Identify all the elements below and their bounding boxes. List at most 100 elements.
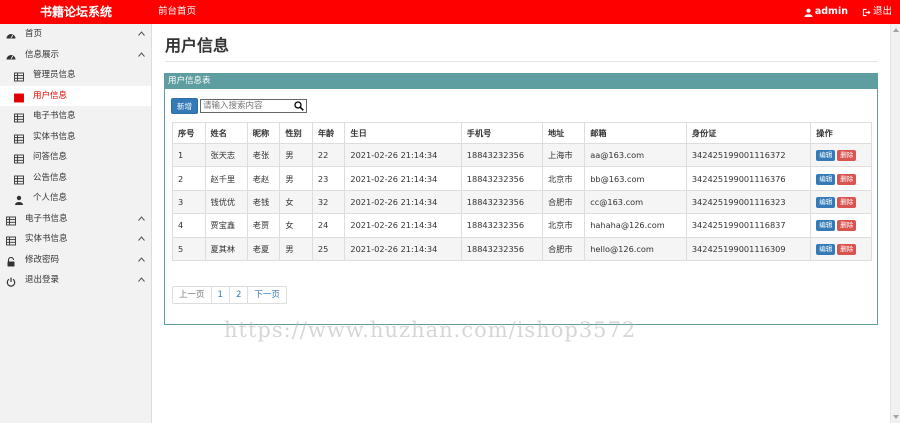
table-cell: 钱优优 (204, 189, 248, 215)
table-icon (14, 173, 24, 184)
sidebar-item[interactable]: 管理员信息 (0, 65, 151, 86)
row-actions: 编辑 删除 (810, 189, 872, 215)
page-1-button[interactable]: 1 (210, 287, 229, 303)
page-scrollbar[interactable] (890, 24, 900, 423)
sidebar-item-label: 管理员信息 (33, 70, 76, 80)
table-cell: 老张 (246, 142, 281, 168)
sidebar-item[interactable]: 个人信息 (0, 188, 151, 209)
sidebar-item-label: 实体书信息 (33, 131, 76, 142)
table-cell: 北京市 (541, 166, 586, 191)
table-cell: 1 (172, 142, 206, 168)
logout-label: 退出 (872, 6, 892, 17)
table-cell: 2 (172, 166, 206, 191)
table-cell: aa@163.com (584, 142, 687, 168)
edit-button[interactable]: 编辑 (816, 196, 836, 208)
column-header: 地址 (541, 122, 586, 144)
dashboard-icon (6, 50, 16, 60)
scroll-up-arrow-icon[interactable] (893, 27, 899, 33)
column-header: 操作 (810, 122, 872, 144)
table-header-row: 序号 姓名 昵称 性别 年龄 生日 手机号 地址 邮箱 身份证 操作 (172, 122, 872, 144)
logout-icon (862, 8, 871, 16)
table-cell: 2021-02-26 21:14:34 (344, 189, 462, 215)
sidebar-item[interactable]: 公告信息 (0, 168, 151, 189)
sidebar-item[interactable]: 信息展示 (0, 45, 151, 66)
user-icon (804, 8, 813, 17)
sidebar-item-label: 个人信息 (33, 193, 68, 203)
add-button[interactable]: 新增 (171, 98, 198, 114)
sidebar-item[interactable]: 用户信息 (0, 85, 151, 106)
table-icon (14, 70, 24, 82)
sidebar-item[interactable]: 首页 (0, 24, 151, 45)
sidebar-item[interactable]: 修改密码 (0, 250, 151, 271)
edit-button[interactable]: 编辑 (816, 173, 836, 185)
chevron-up-icon (138, 31, 145, 36)
edit-button[interactable]: 编辑 (816, 243, 836, 255)
table-cell: 342425199001116309 (685, 236, 812, 261)
sidebar-item[interactable]: 电子书信息 (0, 209, 151, 230)
column-header: 昵称 (246, 122, 281, 144)
table-cell: 23 (311, 166, 346, 191)
table-cell: 张天志 (204, 142, 248, 168)
table-icon (14, 132, 24, 143)
sidebar-item[interactable]: 问答信息 (0, 147, 151, 168)
sidebar-item-label: 问答信息 (33, 152, 68, 162)
table-cell: 北京市 (541, 213, 586, 238)
scroll-down-arrow-icon[interactable] (893, 414, 899, 420)
delete-button[interactable]: 删除 (837, 220, 857, 232)
table-cell: 2021-02-26 21:14:34 (344, 236, 462, 261)
sidebar-item[interactable]: 电子书信息 (0, 106, 151, 127)
column-header: 序号 (172, 122, 206, 144)
chevron-up-icon (138, 215, 145, 221)
sidebar-item[interactable]: 实体书信息 (0, 127, 151, 148)
table-icon (14, 152, 24, 164)
delete-button[interactable]: 删除 (837, 196, 857, 208)
table-cell: 2021-02-26 21:14:34 (344, 213, 462, 238)
table-cell: 贾宝鑫 (204, 213, 248, 238)
table-cell: 18843232356 (460, 236, 543, 261)
page-title: 用户信息 (165, 36, 230, 55)
user-table: 序号 姓名 昵称 性别 年龄 生日 手机号 地址 邮箱 身份证 操作 1 张天志 老张男 22 2021-0… (172, 122, 872, 261)
row-actions: 编辑 删除 (810, 236, 872, 261)
table-cell: bb@163.com (584, 166, 687, 191)
next-page-button[interactable]: 下一页 (247, 287, 286, 303)
username: admin (814, 6, 848, 17)
sidebar-item-label: 实体书信息 (25, 234, 68, 244)
delete-button[interactable]: 删除 (837, 243, 857, 255)
row-actions: 编辑 删除 (810, 142, 872, 168)
sidebar-item[interactable]: 实体书信息 (0, 229, 151, 250)
table-row: 5 夏其林 老夏男 25 2021-02-26 21:14:34 18843232356 合… (172, 236, 872, 261)
logout-button[interactable]: 退出 (862, 0, 892, 24)
delete-button[interactable]: 删除 (837, 150, 857, 162)
sidebar-item-label: 退出登录 (25, 275, 60, 285)
table-cell: 赵千里 (204, 166, 248, 191)
delete-button[interactable]: 删除 (837, 173, 857, 185)
sidebar-item-label: 修改密码 (25, 254, 60, 265)
sidebar-item[interactable]: 退出登录 (0, 270, 151, 291)
table-cell: 342425199001116372 (685, 142, 812, 168)
page-2-button[interactable]: 2 (228, 287, 247, 303)
table-icon (6, 214, 16, 225)
panel-title: 用户信息表 (165, 74, 877, 89)
table-cell: 男 (279, 142, 313, 168)
edit-button[interactable]: 编辑 (816, 220, 836, 232)
column-header: 年龄 (311, 122, 346, 144)
prev-page-button[interactable]: 上一页 (173, 287, 211, 303)
search-input[interactable] (201, 100, 293, 112)
table-cell: 25 (311, 236, 346, 261)
edit-button[interactable]: 编辑 (816, 150, 836, 162)
table-cell: 342425199001116323 (685, 189, 812, 215)
table-cell: 女 (279, 189, 313, 215)
table-cell: 男 (279, 236, 313, 261)
table-row: 4 贾宝鑫 老贾女 24 2021-02-26 21:14:34 18843232356 北… (172, 213, 872, 238)
search-icon[interactable] (294, 101, 304, 111)
table-cell: 5 (172, 236, 206, 261)
table-row: 2 赵千里 老赵男 23 2021-02-26 21:14:34 18843232356 北… (172, 166, 872, 191)
table-cell: 32 (311, 189, 346, 215)
table-cell: 24 (311, 213, 346, 238)
sidebar-item-label: 电子书信息 (33, 111, 76, 121)
search-box (200, 99, 307, 113)
table-row: 1 张天志 老张男 22 2021-02-26 21:14:34 18843232356 上… (172, 142, 872, 168)
front-home-link[interactable]: 前台首页 (158, 0, 196, 24)
sidebar-item-label: 信息展示 (25, 49, 60, 60)
user-menu[interactable]: admin (804, 0, 848, 24)
